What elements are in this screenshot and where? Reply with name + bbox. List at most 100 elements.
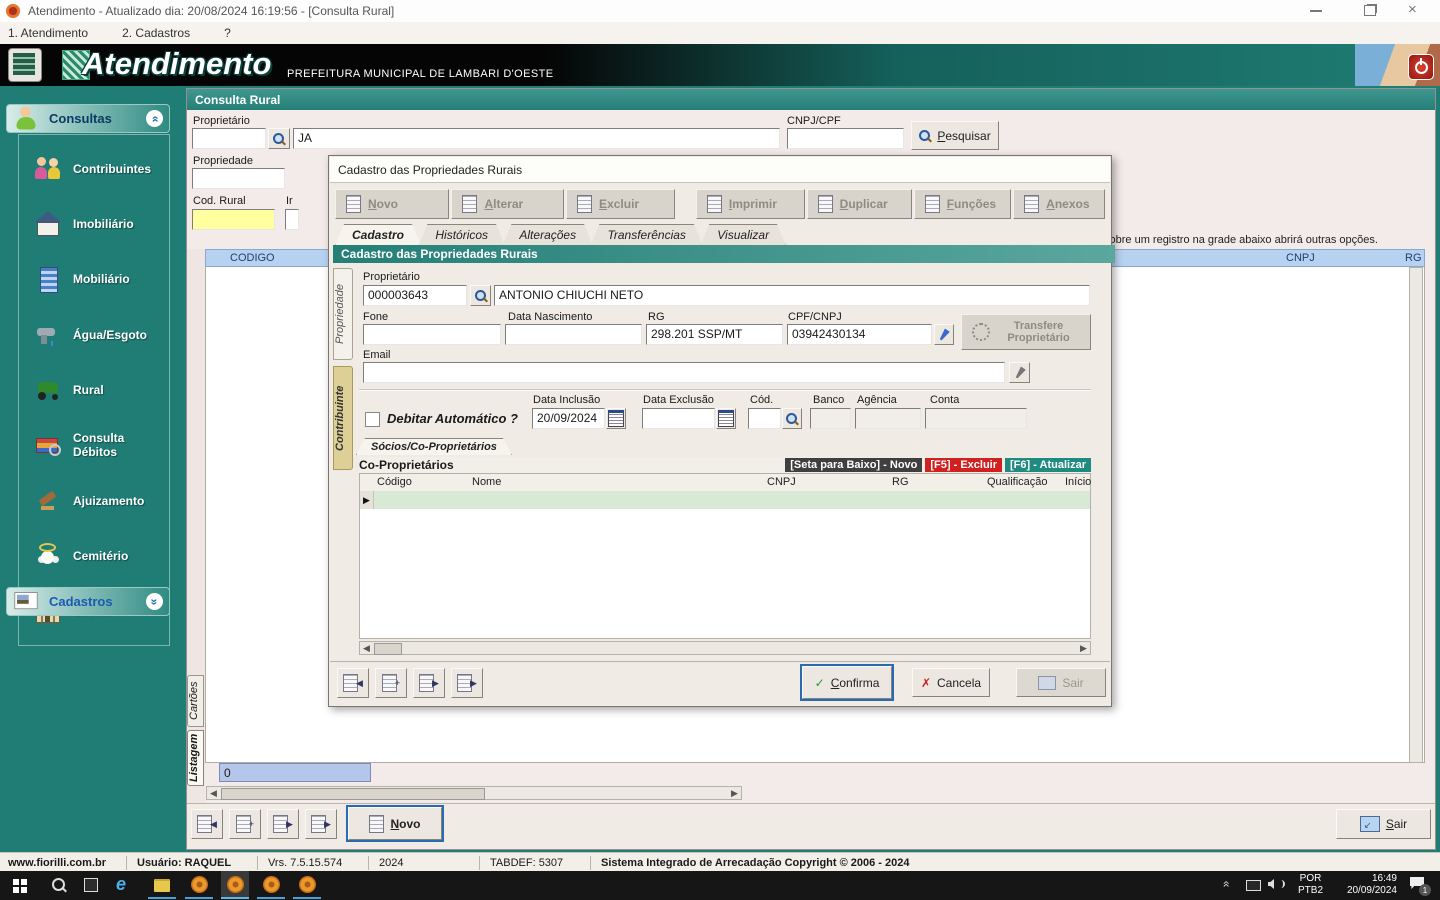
sidebar-consultas-header[interactable]: Consultas » <box>6 104 170 133</box>
menu-help[interactable]: ? <box>224 26 231 40</box>
main-sair-button[interactable]: ↙ Sair <box>1336 809 1431 839</box>
sidebar-item-cemiterio[interactable]: Cemitério <box>19 534 169 578</box>
dlg-proprietario-code-input[interactable]: 000003643 <box>363 285 467 306</box>
sidebar-item-ajuizamento[interactable]: Ajuizamento <box>19 479 169 523</box>
network-icon[interactable] <box>1246 880 1261 891</box>
dlg-nav-first-button[interactable]: ◀ <box>337 668 369 698</box>
scroll-right-icon[interactable]: ▶ <box>729 788 740 798</box>
coprop-grid[interactable]: Código Nome CNPJ RG Qualificação Início … <box>359 473 1091 639</box>
power-button-icon[interactable] <box>1408 54 1434 80</box>
toolbar-funcoes-button[interactable]: Funções <box>913 189 1012 219</box>
cpf-edit-button[interactable] <box>934 324 954 345</box>
close-button[interactable]: × <box>1408 1 1417 18</box>
nav-last-button[interactable]: ▶ <box>305 809 337 839</box>
tab-transferencias[interactable]: Transferências <box>590 224 702 246</box>
cnpj-input[interactable] <box>787 128 904 149</box>
banco-input[interactable] <box>810 408 851 429</box>
toolbar-novo-button[interactable]: Novo <box>335 189 450 219</box>
minimize-button[interactable] <box>1310 10 1322 12</box>
tab-cartoes[interactable]: Cartões <box>187 675 204 727</box>
data-nascimento-input[interactable] <box>505 324 642 345</box>
start-button[interactable] <box>13 879 19 885</box>
results-vscrollbar[interactable] <box>1409 267 1423 763</box>
menu-atendimento[interactable]: 1. Atendimento <box>8 26 88 40</box>
sidebar-item-imobiliario[interactable]: Imobiliário <box>19 202 169 246</box>
toolbar-alterar-button[interactable]: Alterar <box>451 189 565 219</box>
sidebar-item-rural[interactable]: Rural <box>19 368 169 412</box>
side-tab-contribuinte[interactable]: Contribuinte <box>333 366 353 470</box>
tab-listagem[interactable]: Listagem <box>187 730 204 786</box>
clock[interactable]: 16:49 20/09/2024 <box>1335 873 1397 897</box>
tray-chevron-icon[interactable]: » <box>1218 881 1232 888</box>
nav-next-button[interactable]: ▶ <box>267 809 299 839</box>
taskbar-search-icon[interactable] <box>52 878 67 893</box>
fiorilli-app-icon-1[interactable] <box>191 876 208 893</box>
restore-button[interactable] <box>1364 5 1376 16</box>
tab-alteracoes[interactable]: Alterações <box>502 224 593 246</box>
fiorilli-app-icon-3[interactable] <box>263 876 280 893</box>
collapse-down-icon[interactable]: » <box>146 593 163 610</box>
file-explorer-icon[interactable] <box>154 879 170 892</box>
sidebar-item-agua-esgoto[interactable]: Água/Esgoto <box>19 313 169 357</box>
data-inclusao-input[interactable]: 20/09/2024 <box>532 408 605 429</box>
sidebar-item-consulta-debitos[interactable]: Consulta Débitos <box>19 423 169 467</box>
sidebar-item-contribuintes[interactable]: Contribuintes <box>19 147 169 191</box>
toolbar-excluir-button[interactable]: Excluir <box>566 189 675 219</box>
transfere-proprietario-button[interactable]: Transfere Proprietário <box>961 314 1091 350</box>
debitar-checkbox[interactable] <box>365 412 380 427</box>
dlg-nav-next-button[interactable]: ▶ <box>413 668 445 698</box>
propriedade-input[interactable] <box>192 168 285 189</box>
dlg-proprietario-search-button[interactable] <box>470 285 491 306</box>
email-edit-button[interactable] <box>1009 362 1030 383</box>
confirma-button[interactable]: ✓ Confirma <box>800 664 894 701</box>
toolbar-anexos-button[interactable]: Anexos <box>1013 189 1105 219</box>
cod-rural-input[interactable] <box>192 209 275 230</box>
tab-socios-coproprietarios[interactable]: Sócios/Co-Proprietários <box>356 438 512 455</box>
toolbar-duplicar-button[interactable]: Duplicar <box>806 189 912 219</box>
sidebar-cadastros-header[interactable]: Cadastros » <box>6 587 170 616</box>
dlg-nav-prev-button[interactable]: + <box>375 668 407 698</box>
cancela-button[interactable]: ✗ Cancela <box>912 668 990 697</box>
dlg-proprietario-name-input[interactable]: ANTONIO CHIUCHI NETO <box>494 285 1090 306</box>
proprietario-search-button[interactable] <box>268 128 290 149</box>
inscricao-input[interactable] <box>285 209 299 230</box>
proprietario-name-input[interactable]: JA <box>293 128 780 149</box>
conta-input[interactable] <box>925 408 1027 429</box>
coprop-empty-row[interactable] <box>374 491 1090 509</box>
sidebar-item-mobiliario[interactable]: Mobiliário <box>19 257 169 301</box>
cpf-input[interactable]: 03942430134 <box>787 324 932 345</box>
sidebar-panel: Contribuintes Imobiliário Mobiliário Águ… <box>18 134 170 646</box>
cod-search-button[interactable] <box>782 408 802 429</box>
toolbar-imprimir-button[interactable]: Imprimir <box>695 189 805 219</box>
cod-input[interactable] <box>748 408 781 429</box>
fiorilli-app-icon-4[interactable] <box>299 876 316 893</box>
menu-cadastros[interactable]: 2. Cadastros <box>122 26 190 40</box>
data-inclusao-calendar-button[interactable] <box>606 408 626 429</box>
proprietario-code-input[interactable] <box>192 128 266 149</box>
nav-first-button[interactable]: ◀ <box>191 809 223 839</box>
scroll-left-icon[interactable]: ◀ <box>208 788 219 798</box>
dialog-hscrollbar[interactable]: ◀ ▶ <box>359 641 1091 655</box>
data-exclusao-calendar-button[interactable] <box>716 408 736 429</box>
speaker-icon[interactable] <box>1268 879 1274 889</box>
rg-input[interactable]: 298.201 SSP/MT <box>646 324 783 345</box>
pesquisar-button[interactable]: Pesquisar <box>911 121 999 150</box>
dlg-nav-last-button[interactable]: ▶ <box>451 668 483 698</box>
main-novo-button[interactable]: Novo <box>346 805 444 842</box>
tab-historicos[interactable]: Históricos <box>418 224 505 246</box>
internet-explorer-icon[interactable]: e <box>116 874 126 895</box>
language-indicator[interactable]: POR PTB2 <box>1298 873 1323 897</box>
fiorilli-app-icon-2[interactable] <box>227 876 244 893</box>
task-view-icon[interactable] <box>84 878 98 892</box>
tab-cadastro[interactable]: Cadastro <box>335 224 421 246</box>
agencia-input[interactable] <box>855 408 921 429</box>
main-hscrollbar[interactable]: ◀ ▶ <box>206 786 742 800</box>
fone-input[interactable] <box>363 324 501 345</box>
nav-prev-button[interactable]: + <box>229 809 261 839</box>
data-exclusao-input[interactable] <box>642 408 715 429</box>
side-tab-propriedade[interactable]: Propriedade <box>333 268 353 360</box>
collapse-up-icon[interactable]: » <box>146 110 163 127</box>
dlg-sair-button[interactable]: Sair <box>1016 668 1106 697</box>
email-input[interactable] <box>363 362 1005 383</box>
tab-visualizar[interactable]: Visualizar <box>700 224 786 246</box>
